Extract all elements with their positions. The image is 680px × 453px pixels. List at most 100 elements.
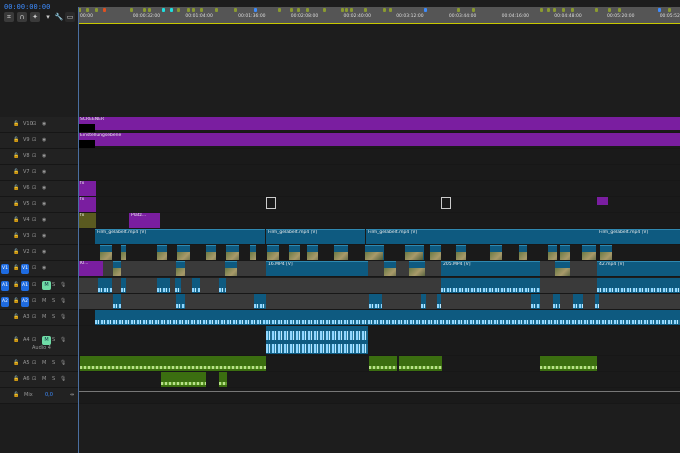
video-clip[interactable] xyxy=(430,245,441,260)
track-lane-a4[interactable] xyxy=(78,326,680,356)
sync-lock-icon[interactable]: ⊡ xyxy=(32,314,36,320)
timeline-marker[interactable] xyxy=(618,8,621,12)
video-clip[interactable] xyxy=(307,245,318,260)
timeline-marker[interactable] xyxy=(350,8,353,12)
timeline-marker[interactable] xyxy=(234,8,237,12)
timeline-marker[interactable] xyxy=(562,8,565,12)
eye-icon[interactable]: ◉ xyxy=(42,265,46,271)
video-clip[interactable] xyxy=(225,261,237,276)
audio-clip[interactable] xyxy=(441,278,540,293)
video-clip[interactable]: Film_gelabelt.mp4 [V] xyxy=(597,229,680,244)
expand-icon[interactable]: ⇹ xyxy=(70,392,74,398)
timeline-marker[interactable] xyxy=(345,8,348,12)
track-lane-v6[interactable]: fx xyxy=(78,181,680,197)
sync-lock-icon[interactable]: ⊡ xyxy=(32,201,36,207)
timeline-marker[interactable] xyxy=(177,8,180,12)
timeline-marker[interactable] xyxy=(86,8,89,12)
video-clip[interactable] xyxy=(267,245,279,260)
sync-lock-icon[interactable]: ⊡ xyxy=(32,153,36,159)
timeline-marker[interactable] xyxy=(553,8,556,12)
video-clip[interactable]: Kl... xyxy=(78,261,103,276)
timeline-marker[interactable] xyxy=(668,8,671,12)
video-clip[interactable] xyxy=(226,245,239,260)
audio-clip[interactable] xyxy=(597,278,680,293)
time-ruler[interactable]: 00:0000:00:32:0000:01:04:0000:01:36:0000… xyxy=(78,7,680,24)
timeline-marker[interactable] xyxy=(278,8,281,12)
audio-clip[interactable] xyxy=(421,294,426,309)
eye-icon[interactable]: ◉ xyxy=(42,249,46,255)
track-lane-v10[interactable]: SCREENER xyxy=(78,117,680,133)
timeline-marker[interactable] xyxy=(254,8,257,12)
mute-button[interactable]: M xyxy=(42,314,46,320)
track-lane-a3[interactable] xyxy=(78,310,680,326)
timeline-marker[interactable] xyxy=(290,8,293,12)
mute-button[interactable]: M xyxy=(42,376,46,382)
audio-clip[interactable] xyxy=(219,372,227,387)
eye-icon[interactable]: ◉ xyxy=(42,137,46,143)
timeline-marker[interactable] xyxy=(148,8,151,12)
lock-icon[interactable]: 🔓 xyxy=(13,137,19,143)
video-clip[interactable] xyxy=(560,245,570,260)
mute-button[interactable]: M xyxy=(42,281,51,290)
timeline-marker[interactable] xyxy=(200,8,203,12)
solo-button[interactable]: S xyxy=(52,337,55,343)
audio-clip[interactable] xyxy=(573,294,583,309)
lock-icon[interactable]: 🔓 xyxy=(13,153,19,159)
lock-icon[interactable]: 🔓 xyxy=(13,392,19,398)
timeline-marker[interactable] xyxy=(130,8,133,12)
audio-clip[interactable] xyxy=(437,294,441,309)
audio-clip[interactable] xyxy=(113,294,121,309)
eye-icon[interactable]: ◉ xyxy=(42,153,46,159)
timeline-marker[interactable] xyxy=(162,8,165,12)
timeline-marker[interactable] xyxy=(215,8,218,12)
video-clip[interactable] xyxy=(289,245,300,260)
track-lane-a6[interactable] xyxy=(78,372,680,388)
sync-lock-icon[interactable]: ⊡ xyxy=(32,185,36,191)
audio-clip[interactable] xyxy=(161,372,206,387)
eye-icon[interactable]: ◉ xyxy=(42,121,46,127)
sync-lock-icon[interactable]: ⊡ xyxy=(32,282,36,288)
video-clip[interactable] xyxy=(582,245,596,260)
lock-icon[interactable]: 🔓 xyxy=(13,314,19,320)
lock-icon[interactable]: 🔓 xyxy=(13,233,19,239)
timeline-marker[interactable] xyxy=(424,8,427,12)
mute-button[interactable]: M xyxy=(42,298,46,304)
lock-icon[interactable]: 🔓 xyxy=(13,282,19,288)
audio-clip[interactable] xyxy=(254,294,266,309)
adjustment-clip[interactable]: Einstellungsebene xyxy=(78,133,680,146)
video-clip[interactable]: Film_gelabelt.mp4 [V] xyxy=(266,229,365,244)
track-lane-v4[interactable]: fx Platz... xyxy=(78,213,680,229)
fx-clip[interactable]: fx xyxy=(78,213,96,228)
source-patch-a1[interactable]: A1 xyxy=(1,281,9,291)
track-lane-v9[interactable]: Einstellungsebene xyxy=(78,133,680,149)
audio-clip[interactable] xyxy=(175,278,181,293)
timeline-marker[interactable] xyxy=(323,8,326,12)
track-target-v6[interactable]: V6 xyxy=(23,185,30,191)
audio-clip[interactable] xyxy=(176,294,185,309)
lock-icon[interactable]: 🔓 xyxy=(13,337,19,343)
microphone-icon[interactable]: 🎙 xyxy=(60,314,66,320)
video-clip[interactable]: 205.MP4 [V] xyxy=(441,261,540,276)
track-lane-v2[interactable] xyxy=(78,245,680,261)
track-lane-a2[interactable] xyxy=(78,294,680,310)
track-target-a5[interactable]: A5 xyxy=(23,360,30,366)
microphone-icon[interactable]: 🎙 xyxy=(60,360,66,366)
timeline-marker[interactable] xyxy=(364,8,367,12)
audio-clip[interactable] xyxy=(266,326,368,354)
microphone-icon[interactable]: 🎙 xyxy=(60,282,66,288)
audio-clip[interactable] xyxy=(157,278,170,293)
sync-lock-icon[interactable]: ⊡ xyxy=(32,169,36,175)
timeline-marker[interactable] xyxy=(658,8,661,12)
solo-button[interactable]: S xyxy=(52,282,55,288)
track-lane-v5[interactable]: fx xyxy=(78,197,680,213)
solo-button[interactable]: S xyxy=(52,376,55,382)
video-clip[interactable] xyxy=(600,245,612,260)
sync-lock-icon[interactable]: ⊡ xyxy=(32,360,36,366)
video-clip[interactable] xyxy=(113,261,121,276)
fx-clip[interactable]: Platz... xyxy=(129,213,160,228)
audio-clip[interactable] xyxy=(266,310,368,325)
audio-clip[interactable] xyxy=(540,356,597,371)
playhead[interactable] xyxy=(78,7,79,453)
eye-icon[interactable]: ◉ xyxy=(42,169,46,175)
video-clip[interactable] xyxy=(555,261,570,276)
